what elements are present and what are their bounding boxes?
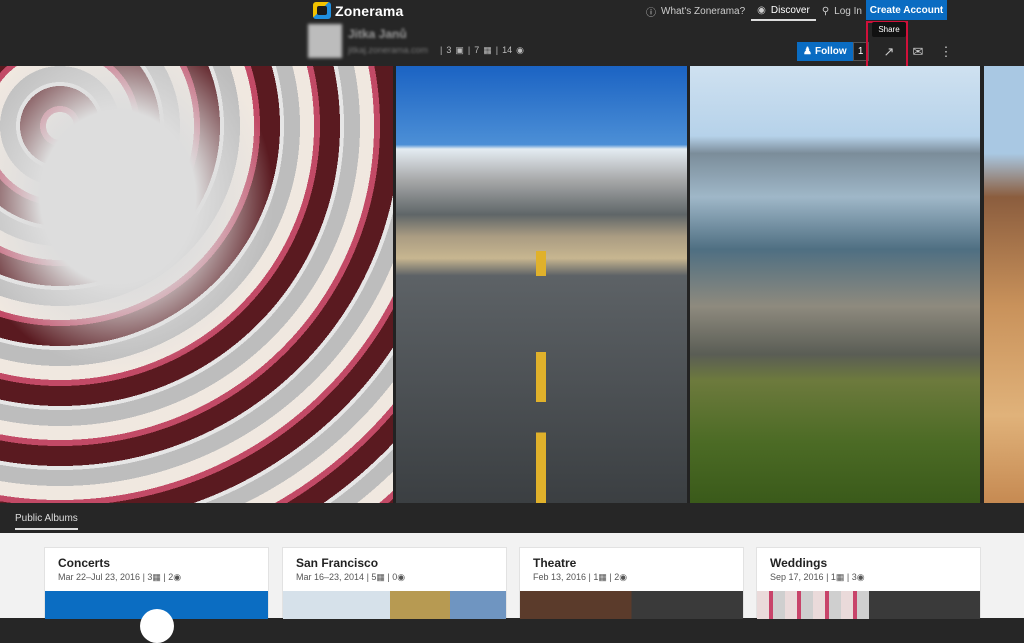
album-card-concerts[interactable]: Concerts Mar 22–Jul 23, 2016 | 3▦ | 2◉ [44, 547, 269, 643]
tab-public-albums[interactable]: Public Albums [15, 513, 78, 530]
profile-stats: | 3 ▣ | 7 ▦ | 14 ◉ [440, 45, 524, 56]
follow-button[interactable]: ♟ Follow [797, 42, 853, 61]
create-account-button[interactable]: Create Account [866, 0, 947, 20]
photo-sandstone-rocks[interactable] [984, 66, 1024, 503]
album-title: Theatre [533, 556, 577, 570]
nav-label: Discover [770, 4, 810, 16]
album-thumbnail [757, 591, 980, 619]
mail-icon[interactable]: ✉ [909, 43, 927, 60]
road-center-line [536, 251, 546, 503]
profile-url: jitkaj.zonerama.com [348, 45, 429, 55]
album-date: Mar 22–Jul 23, 2016 [58, 572, 141, 582]
album-photo-count: 1 [830, 572, 836, 582]
album-meta: Sep 17, 2016 | 1▦ | 3◉ [770, 572, 865, 582]
profile-name[interactable]: Jitka Janů [348, 27, 407, 41]
album-thumbnail [283, 591, 506, 619]
album-date: Sep 17, 2016 [770, 572, 824, 582]
logo-text: Zonerama [335, 2, 404, 19]
album-title: San Francisco [296, 556, 379, 570]
photo-desert-road[interactable] [396, 66, 687, 503]
albums-count: 3 [446, 45, 452, 55]
nav-label: Log In [834, 5, 862, 17]
album-view-count: 3 [851, 572, 857, 582]
album-date: Mar 16–23, 2014 [296, 572, 365, 582]
zonerama-logo[interactable]: Zonerama [313, 2, 404, 19]
stats-separator: | [495, 45, 499, 55]
album-card-san-francisco[interactable]: San Francisco Mar 16–23, 2014 | 5▦ | 0◉ [282, 547, 507, 619]
folder-icon: ▣ [455, 45, 464, 55]
photo-cupcakes[interactable] [0, 66, 393, 503]
follow-control: ♟ Follow 1 [797, 42, 869, 61]
album-view-count: 2 [168, 572, 174, 582]
globe-icon: ◉ [757, 4, 766, 16]
question-circle-icon: ⓘ [646, 7, 656, 19]
photos-count: 7 [474, 45, 480, 55]
album-title: Weddings [770, 556, 828, 570]
album-meta: Mar 16–23, 2014 | 5▦ | 0◉ [296, 572, 406, 582]
album-view-count: 2 [614, 572, 620, 582]
album-card-weddings[interactable]: Weddings Sep 17, 2016 | 1▦ | 3◉ [756, 547, 981, 619]
nav-log-in[interactable]: ⚲ Log In [816, 1, 868, 21]
more-vertical-icon[interactable]: ⋮ [937, 43, 955, 60]
stats-separator: | [467, 45, 471, 55]
main-nav: ⓘ What's Zonerama? ◉ Discover ⚲ Log In [640, 0, 868, 22]
album-photo-count: 5 [371, 572, 377, 582]
key-icon: ⚲ [821, 5, 830, 17]
album-title: Concerts [58, 556, 111, 570]
nav-discover[interactable]: ◉ Discover [751, 1, 816, 21]
eye-icon: ◉ [516, 45, 524, 55]
share-icon[interactable]: ↗ [880, 43, 898, 60]
nav-whats-zonerama[interactable]: ⓘ What's Zonerama? [640, 1, 751, 21]
avatar[interactable] [308, 24, 342, 58]
photo-coastal-cliffs[interactable] [690, 66, 980, 503]
add-user-icon: ♟ [803, 46, 812, 57]
album-meta: Mar 22–Jul 23, 2016 | 3▦ | 2◉ [58, 572, 182, 582]
album-photo-count: 1 [593, 572, 599, 582]
zonerama-logo-icon [313, 2, 331, 19]
share-tooltip: Share [872, 22, 906, 37]
album-card-theatre[interactable]: Theatre Feb 13, 2016 | 1▦ | 2◉ [519, 547, 744, 619]
views-count: 14 [502, 45, 513, 55]
photos-icon: ▦ [483, 45, 492, 55]
album-view-count: 0 [392, 572, 398, 582]
hero-gallery [0, 66, 1024, 503]
follow-label: Follow [814, 46, 847, 57]
album-thumbnail [520, 591, 743, 619]
nav-label: What's Zonerama? [661, 5, 746, 17]
album-photo-count: 3 [147, 572, 153, 582]
album-meta: Feb 13, 2016 | 1▦ | 2◉ [533, 572, 628, 582]
album-date: Feb 13, 2016 [533, 572, 587, 582]
album-thumbnail [45, 591, 268, 643]
stats-separator: | [440, 45, 443, 55]
